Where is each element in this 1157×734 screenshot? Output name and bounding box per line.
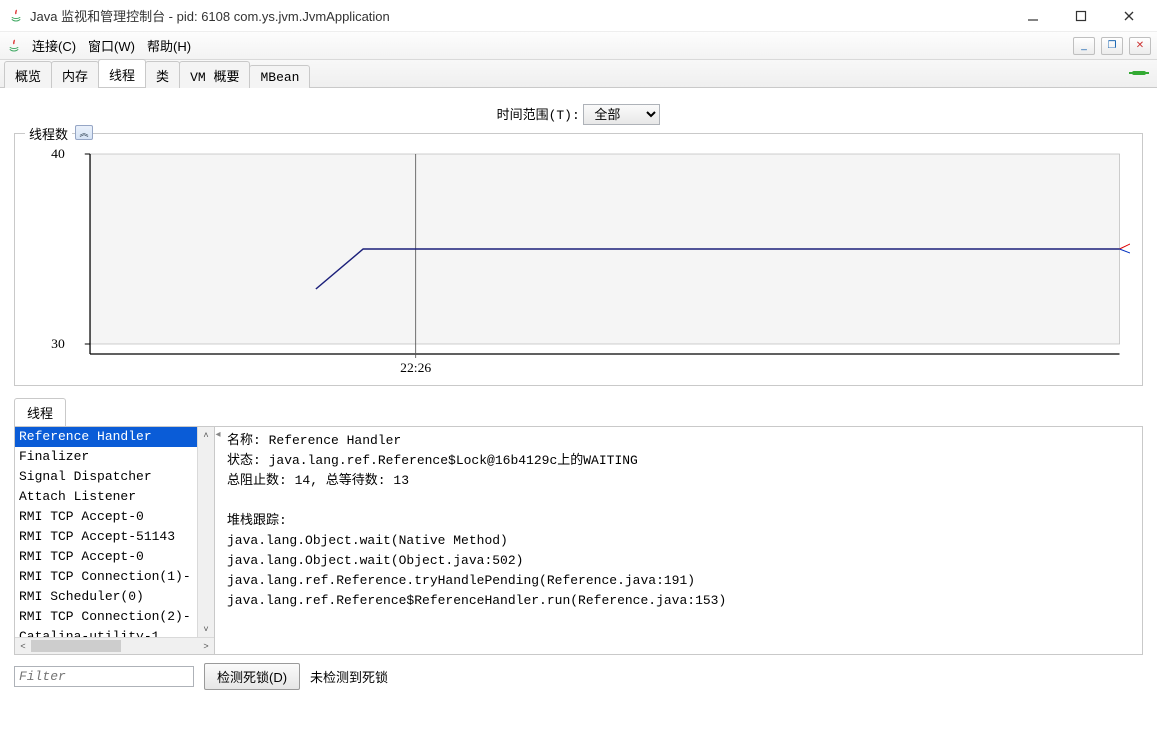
thread-list-item[interactable]: RMI TCP Connection(2)- bbox=[15, 607, 197, 627]
threads-detail-section: 线程 Reference HandlerFinalizerSignal Disp… bbox=[14, 398, 1143, 655]
window-title: Java 监视和管理控制台 - pid: 6108 com.ys.jvm.Jvm… bbox=[30, 6, 1021, 25]
chart-group-label: 线程数 bbox=[25, 124, 72, 143]
timerange-row: 时间范围(T): 全部 bbox=[10, 94, 1147, 133]
thread-list-item[interactable]: Catalina-utility-1 bbox=[15, 627, 197, 637]
thread-list-item[interactable]: RMI Scheduler(0) bbox=[15, 587, 197, 607]
menubar: 连接(C) 窗口(W) 帮助(H) _ ❐ ✕ bbox=[0, 32, 1157, 60]
detect-deadlock-button[interactable]: 检测死锁(D) bbox=[204, 663, 300, 690]
timerange-select[interactable]: 全部 bbox=[583, 104, 660, 125]
java-icon bbox=[8, 8, 24, 24]
chart-area: 40 30 22:26 峰值 35 活动线程 35 bbox=[27, 144, 1130, 379]
content-area: 时间范围(T): 全部 线程数 ︽ 40 30 22:26 峰值 3 bbox=[0, 88, 1157, 694]
thread-list-item[interactable]: RMI TCP Accept-0 bbox=[15, 507, 197, 527]
inner-window-controls: _ ❐ ✕ bbox=[1073, 37, 1151, 55]
tabbar: 概览 内存 线程 类 VM 概要 MBean bbox=[0, 60, 1157, 88]
inner-close-button[interactable]: ✕ bbox=[1129, 37, 1151, 55]
hscroll-thumb[interactable] bbox=[31, 640, 121, 652]
minimize-button[interactable] bbox=[1021, 4, 1045, 28]
thread-list-item[interactable]: RMI TCP Accept-0 bbox=[15, 547, 197, 567]
tab-vmsummary[interactable]: VM 概要 bbox=[179, 61, 250, 88]
threads-tab[interactable]: 线程 bbox=[14, 398, 66, 426]
filter-input[interactable] bbox=[14, 666, 194, 687]
java-icon bbox=[6, 38, 22, 54]
svg-text:40: 40 bbox=[51, 146, 65, 161]
thread-detail: 名称: Reference Handler 状态: java.lang.ref.… bbox=[221, 427, 1142, 654]
thread-count-chart-group: 线程数 ︽ 40 30 22:26 峰值 35 活动线程 35 bbox=[14, 133, 1143, 386]
tab-overview[interactable]: 概览 bbox=[4, 61, 52, 88]
scroll-left-icon[interactable]: ˂ bbox=[15, 638, 31, 654]
inner-minimize-button[interactable]: _ bbox=[1073, 37, 1095, 55]
tab-threads[interactable]: 线程 bbox=[98, 59, 146, 87]
window-controls bbox=[1021, 4, 1149, 28]
thread-list-wrap: Reference HandlerFinalizerSignal Dispatc… bbox=[15, 427, 215, 654]
thread-list-vscroll[interactable]: ˄ ˅ bbox=[197, 427, 214, 637]
threads-body: Reference HandlerFinalizerSignal Dispatc… bbox=[14, 427, 1143, 655]
footer-row: 检测死锁(D) 未检测到死锁 bbox=[14, 663, 1143, 690]
thread-list-item[interactable]: Attach Listener bbox=[15, 487, 197, 507]
scroll-down-icon[interactable]: ˅ bbox=[198, 621, 214, 637]
titlebar: Java 监视和管理控制台 - pid: 6108 com.ys.jvm.Jvm… bbox=[0, 0, 1157, 32]
thread-list-item[interactable]: Signal Dispatcher bbox=[15, 467, 197, 487]
thread-list[interactable]: Reference HandlerFinalizerSignal Dispatc… bbox=[15, 427, 197, 637]
thread-list-hscroll[interactable]: ˂ ˃ bbox=[15, 637, 214, 654]
tab-classes[interactable]: 类 bbox=[145, 61, 180, 88]
scroll-up-icon[interactable]: ˄ bbox=[198, 427, 214, 443]
thread-list-item[interactable]: RMI TCP Connection(1)- bbox=[15, 567, 197, 587]
tab-mbean[interactable]: MBean bbox=[249, 65, 310, 88]
deadlock-status: 未检测到死锁 bbox=[310, 667, 388, 686]
thread-count-chart: 40 30 22:26 bbox=[27, 144, 1130, 379]
maximize-button[interactable] bbox=[1069, 4, 1093, 28]
svg-text:30: 30 bbox=[51, 336, 65, 351]
close-button[interactable] bbox=[1117, 4, 1141, 28]
thread-list-item[interactable]: Reference Handler bbox=[15, 427, 197, 447]
chart-collapse-button[interactable]: ︽ bbox=[75, 125, 93, 140]
timerange-label: 时间范围(T): bbox=[497, 108, 580, 123]
svg-text:22:26: 22:26 bbox=[400, 360, 431, 375]
thread-list-item[interactable]: RMI TCP Accept-51143 bbox=[15, 527, 197, 547]
menu-help[interactable]: 帮助(H) bbox=[141, 34, 197, 57]
thread-list-item[interactable]: Finalizer bbox=[15, 447, 197, 467]
connection-status-icon bbox=[1129, 64, 1149, 82]
inner-restore-button[interactable]: ❐ bbox=[1101, 37, 1123, 55]
menu-window[interactable]: 窗口(W) bbox=[82, 34, 141, 57]
scroll-right-icon[interactable]: ˃ bbox=[198, 638, 214, 654]
tab-memory[interactable]: 内存 bbox=[51, 61, 99, 88]
menu-connect[interactable]: 连接(C) bbox=[26, 34, 82, 57]
threads-tab-strip: 线程 bbox=[14, 398, 1143, 427]
